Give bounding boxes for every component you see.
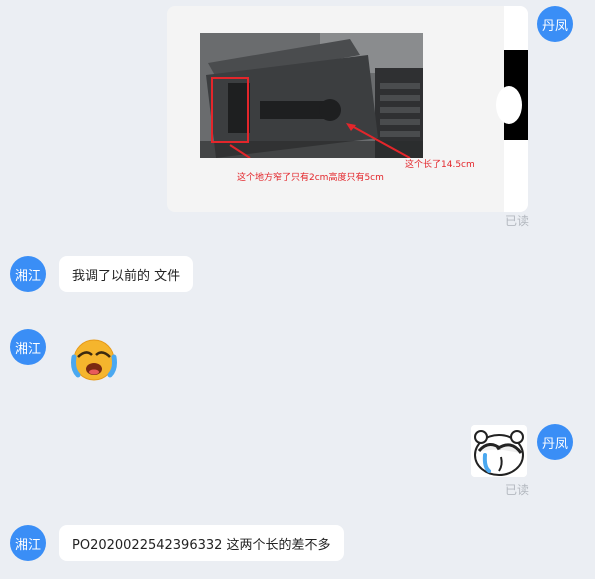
message-bubble[interactable]: 我调了以前的 文件 [59, 256, 194, 292]
avatar[interactable]: 湘江 [10, 256, 46, 292]
photo [200, 33, 423, 158]
image-edge [496, 6, 528, 212]
avatar[interactable]: 湘江 [10, 329, 46, 365]
crying-emoji[interactable] [70, 337, 118, 381]
image-caption-left: 这个地方窄了只有2cm高度只有5cm [237, 173, 384, 183]
read-status: 已读 [505, 214, 530, 228]
image-message[interactable]: 这个地方窄了只有2cm高度只有5cm 这个长了14.5cm [167, 6, 528, 212]
sticker-message[interactable] [471, 425, 527, 477]
avatar[interactable]: 丹凤 [537, 6, 573, 42]
read-status: 已读 [505, 483, 530, 497]
avatar[interactable]: 丹凤 [537, 424, 573, 460]
image-caption-right: 这个长了14.5cm [405, 160, 475, 170]
message-bubble[interactable]: PO2020022542396332 这两个长的差不多 [59, 525, 344, 561]
avatar[interactable]: 湘江 [10, 525, 46, 561]
